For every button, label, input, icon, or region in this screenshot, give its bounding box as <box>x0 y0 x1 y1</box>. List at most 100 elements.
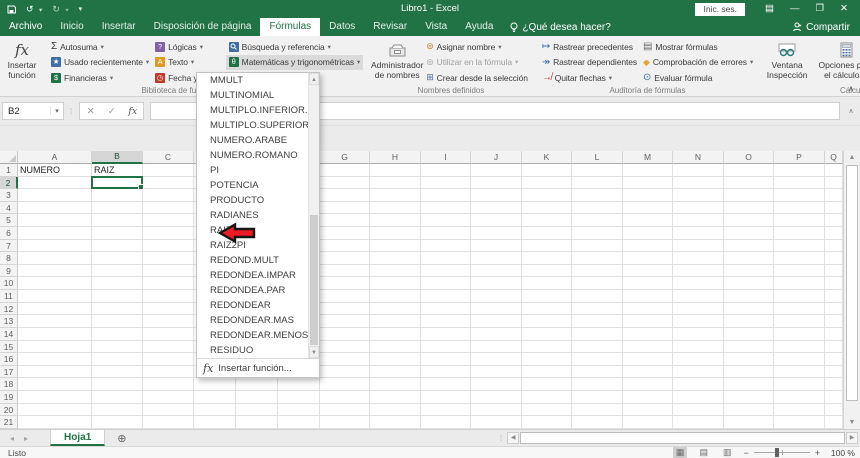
tab-disposición-de-página[interactable]: Disposición de página <box>145 18 261 36</box>
cell-m3[interactable] <box>623 189 673 202</box>
cell-k13[interactable] <box>522 315 572 328</box>
cell-k3[interactable] <box>522 189 572 202</box>
cell-g10[interactable] <box>320 277 370 291</box>
row-header-2[interactable]: 2 <box>0 176 18 190</box>
cell-j6[interactable] <box>471 227 522 240</box>
view-normal-icon[interactable]: ▦ <box>672 447 688 458</box>
row-header-18[interactable]: 18 <box>0 378 18 391</box>
cell-o4[interactable] <box>724 201 774 215</box>
cell-c21[interactable] <box>143 416 194 429</box>
cell-n3[interactable] <box>673 189 724 202</box>
cell-i4[interactable] <box>421 201 471 215</box>
cell-i6[interactable] <box>421 227 471 240</box>
cell-c17[interactable] <box>143 365 194 379</box>
insert-function-button[interactable]: fx Insertar función <box>1 39 43 80</box>
cell-n19[interactable] <box>673 390 724 404</box>
lookup-reference-button[interactable]: Búsqueda y referencia ▾ <box>226 39 364 55</box>
selected-cell-outline[interactable] <box>91 175 144 190</box>
cell-n21[interactable] <box>673 416 724 429</box>
cell-q13[interactable] <box>825 315 843 328</box>
cell-g3[interactable] <box>320 189 370 202</box>
column-header-g[interactable]: G <box>320 151 370 164</box>
sheet-next-icon[interactable]: ▸ <box>24 434 28 443</box>
cell-g17[interactable] <box>320 365 370 379</box>
tell-me-box[interactable]: ¿Qué desea hacer? <box>502 18 618 36</box>
menu-item-pi[interactable]: PI <box>197 163 319 178</box>
cell-a11[interactable] <box>18 290 92 303</box>
save-icon[interactable] <box>7 5 16 14</box>
cell-q5[interactable] <box>825 214 843 228</box>
define-name-button[interactable]: ⊜ Asignar nombre ▾ <box>423 39 531 55</box>
cell-l20[interactable] <box>572 403 623 417</box>
menu-item-multiplo.inferior.mat[interactable]: MULTIPLO.INFERIOR.MAT <box>197 103 319 118</box>
cell-j4[interactable] <box>471 201 522 215</box>
cell-q20[interactable] <box>825 403 843 417</box>
cell-l6[interactable] <box>572 227 623 240</box>
cell-g1[interactable] <box>320 164 370 177</box>
formula-bar-handle[interactable]: ⁞ <box>64 107 79 116</box>
name-manager-button[interactable]: Administrador de nombres <box>371 39 423 80</box>
cell-j3[interactable] <box>471 189 522 202</box>
cell-o17[interactable] <box>724 365 774 379</box>
cell-c16[interactable] <box>143 353 194 366</box>
cell-h10[interactable] <box>370 277 421 291</box>
horizontal-scroll-thumb[interactable] <box>520 432 845 444</box>
cell-o7[interactable] <box>724 239 774 253</box>
row-header-16[interactable]: 16 <box>0 353 18 366</box>
dropdown-scroll-up-icon[interactable]: ▲ <box>309 73 319 85</box>
cell-o10[interactable] <box>724 277 774 291</box>
cell-o21[interactable] <box>724 416 774 429</box>
cell-n7[interactable] <box>673 239 724 253</box>
cell-b18[interactable] <box>92 378 143 391</box>
cell-p12[interactable] <box>774 302 825 316</box>
cell-b5[interactable] <box>92 214 143 228</box>
cell-i20[interactable] <box>421 403 471 417</box>
cell-m16[interactable] <box>623 353 673 366</box>
cell-k1[interactable] <box>522 164 572 177</box>
cell-p7[interactable] <box>774 239 825 253</box>
row-header-6[interactable]: 6 <box>0 227 18 240</box>
tab-insertar[interactable]: Insertar <box>93 18 145 36</box>
cell-p1[interactable] <box>774 164 825 177</box>
cell-p14[interactable] <box>774 327 825 341</box>
cell-l16[interactable] <box>572 353 623 366</box>
cell-c9[interactable] <box>143 264 194 278</box>
cell-i19[interactable] <box>421 390 471 404</box>
cell-j7[interactable] <box>471 239 522 253</box>
sheet-prev-icon[interactable]: ◂ <box>10 434 14 443</box>
cell-c13[interactable] <box>143 315 194 328</box>
cell-b12[interactable] <box>92 302 143 316</box>
cell-g14[interactable] <box>320 327 370 341</box>
cell-k9[interactable] <box>522 264 572 278</box>
recently-used-button[interactable]: ★ Usado recientemente ▾ <box>48 55 152 71</box>
cell-i17[interactable] <box>421 365 471 379</box>
cell-h2[interactable] <box>370 176 421 190</box>
cell-l14[interactable] <box>572 327 623 341</box>
column-header-h[interactable]: H <box>370 151 421 164</box>
row-header-8[interactable]: 8 <box>0 252 18 265</box>
column-header-j[interactable]: J <box>471 151 522 164</box>
cell-g7[interactable] <box>320 239 370 253</box>
sheet-tab-hoja1[interactable]: Hoja1 <box>50 430 106 446</box>
cell-j10[interactable] <box>471 277 522 291</box>
cell-h11[interactable] <box>370 290 421 303</box>
view-page-break-icon[interactable]: ▥ <box>720 447 735 458</box>
cell-n14[interactable] <box>673 327 724 341</box>
dropdown-scrollbar[interactable]: ▲ ▼ <box>308 73 319 358</box>
ribbon-display-options-icon[interactable]: ▤ <box>765 0 774 18</box>
cell-l5[interactable] <box>572 214 623 228</box>
column-header-a[interactable]: A <box>18 151 92 164</box>
cell-m11[interactable] <box>623 290 673 303</box>
cell-c20[interactable] <box>143 403 194 417</box>
cell-l3[interactable] <box>572 189 623 202</box>
cell-g13[interactable] <box>320 315 370 328</box>
cell-b6[interactable] <box>92 227 143 240</box>
cell-l12[interactable] <box>572 302 623 316</box>
cell-n4[interactable] <box>673 201 724 215</box>
close-icon[interactable]: ✕ <box>840 0 848 18</box>
cell-c6[interactable] <box>143 227 194 240</box>
cell-k7[interactable] <box>522 239 572 253</box>
create-from-selection-button[interactable]: ⊞ Crear desde la selección <box>423 70 531 86</box>
cell-p3[interactable] <box>774 189 825 202</box>
cell-q4[interactable] <box>825 201 843 215</box>
